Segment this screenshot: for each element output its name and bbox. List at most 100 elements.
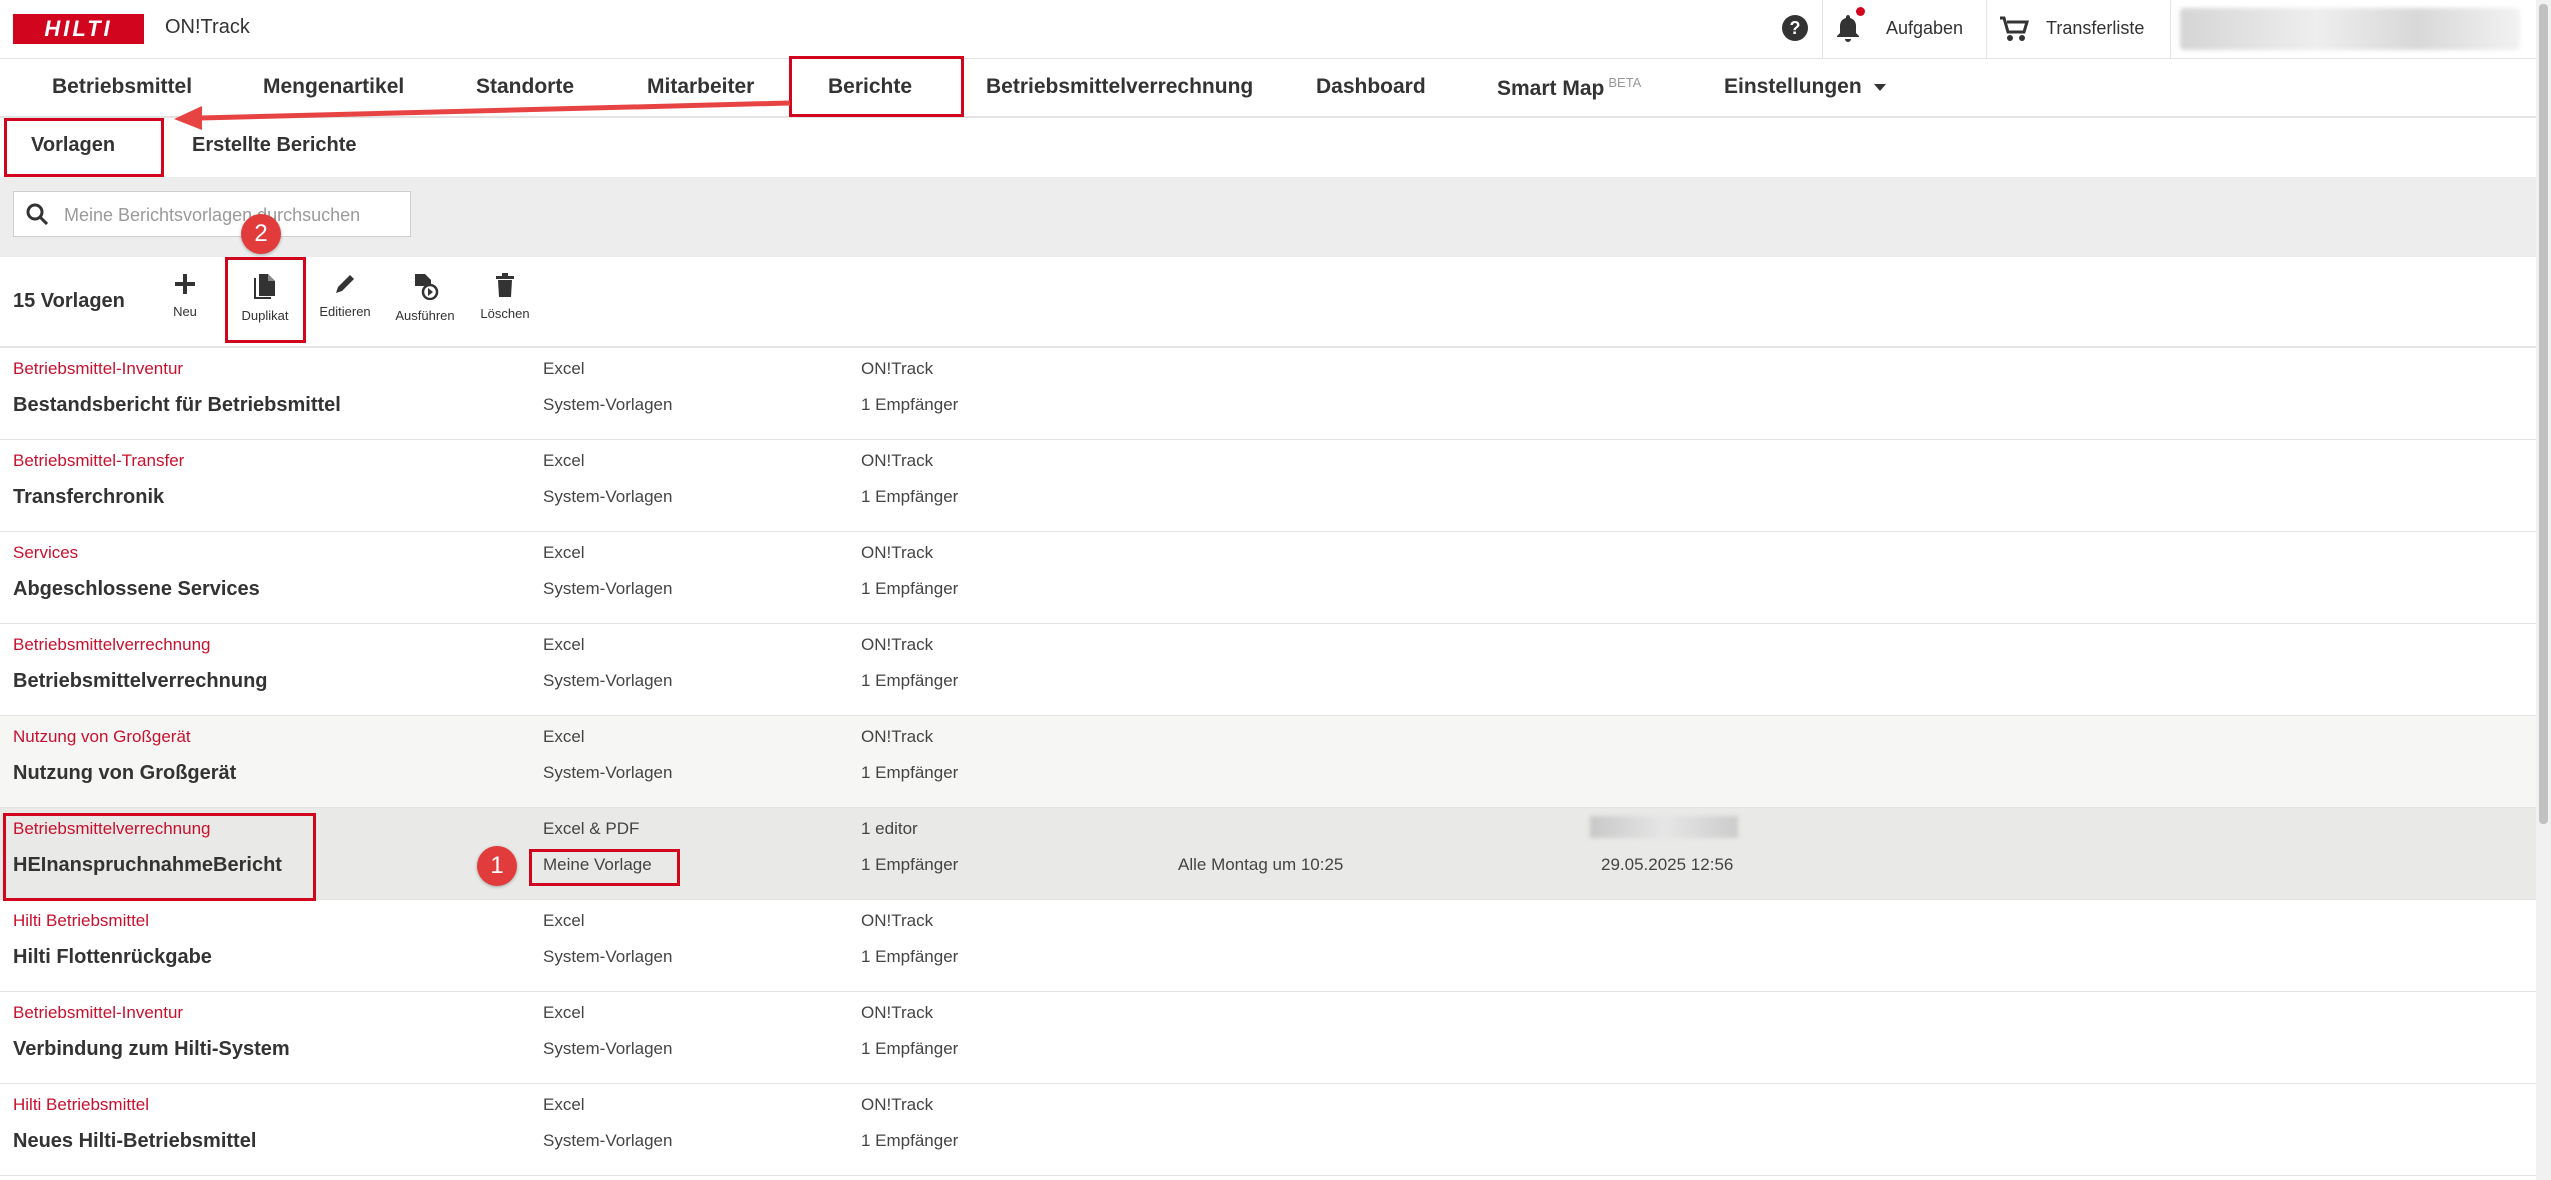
highlight-box-berichte (789, 56, 964, 117)
row-category: Betriebsmittel-Transfer (13, 451, 185, 470)
row-recipients: 1 Empfänger (861, 487, 959, 506)
row-title[interactable]: Bestandsbericht für Betriebsmittel (13, 394, 341, 417)
nav-dashboard[interactable]: Dashboard (1316, 75, 1426, 99)
row-title[interactable]: Verbindung zum Hilti-System (13, 1038, 290, 1061)
transfer-list-link[interactable]: Transferliste (2046, 18, 2144, 39)
table-row[interactable]: Hilti Betriebsmittel Neues Hilti-Betrieb… (0, 1084, 2536, 1176)
app-name: ON!Track (165, 16, 250, 38)
table-row[interactable]: Betriebsmittel-Inventur Bestandsbericht … (0, 348, 2536, 440)
row-title[interactable]: Betriebsmittelverrechnung (13, 670, 268, 693)
search-icon (26, 203, 48, 225)
row-format: Excel & PDF (543, 819, 640, 838)
table-row[interactable]: Betriebsmittelverrechnung Betriebsmittel… (0, 624, 2536, 716)
nav-betriebsmittelverrechnung[interactable]: Betriebsmittelverrechnung (986, 75, 1253, 99)
row-format: Excel (543, 1003, 585, 1022)
highlight-box-duplicate (225, 257, 306, 343)
row-owner: ON!Track (861, 911, 934, 930)
table-row[interactable]: Betriebsmittel-Inventur Verbindung zum H… (0, 992, 2536, 1084)
notification-bell-icon[interactable] (1835, 7, 1865, 43)
row-template-type: System-Vorlagen (543, 579, 673, 598)
help-icon[interactable]: ? (1782, 15, 1808, 41)
row-template-type: System-Vorlagen (543, 487, 673, 506)
redacted-owner-name (1590, 816, 1738, 838)
row-format: Excel (543, 635, 585, 654)
table-row[interactable]: Betriebsmittel-Transfer Transferchronik … (0, 440, 2536, 532)
divider (1822, 0, 1823, 58)
template-count: 15 Vorlagen (13, 290, 125, 312)
plus-icon (175, 274, 195, 294)
row-recipients: 1 Empfänger (861, 1039, 959, 1058)
row-category: Betriebsmittelverrechnung (13, 635, 211, 654)
table-row[interactable]: Services Abgeschlossene Services Excel S… (0, 532, 2536, 624)
row-owner: ON!Track (861, 543, 934, 562)
row-owner: 1 editor (861, 819, 918, 838)
row-category: Hilti Betriebsmittel (13, 1095, 150, 1114)
row-template-type: System-Vorlagen (543, 1131, 673, 1150)
row-template-type: System-Vorlagen (543, 395, 673, 414)
delete-button[interactable]: Löschen (465, 272, 545, 321)
row-template-type: System-Vorlagen (543, 671, 673, 690)
run-button[interactable]: Ausführen (385, 272, 465, 323)
row-owner: ON!Track (861, 727, 934, 746)
row-category: Hilti Betriebsmittel (13, 911, 150, 930)
pencil-icon (336, 275, 354, 293)
row-template-type: System-Vorlagen (543, 763, 673, 782)
row-title[interactable]: Nutzung von Großgerät (13, 762, 236, 785)
row-owner: ON!Track (861, 451, 934, 470)
row-format: Excel (543, 451, 585, 470)
row-format: Excel (543, 1095, 585, 1114)
table-row[interactable]: Nutzung von Großgerät Nutzung von Großge… (0, 716, 2536, 808)
user-profile-area[interactable] (2180, 8, 2520, 50)
row-template-type: System-Vorlagen (543, 1039, 673, 1058)
row-format: Excel (543, 543, 585, 562)
nav-einstellungen[interactable]: Einstellungen (1724, 75, 1886, 99)
hilti-logo[interactable]: HILTI (13, 14, 144, 44)
notification-dot (1856, 7, 1865, 16)
table-row-selected[interactable]: Betriebsmittelverrechnung HEInanspruchna… (0, 808, 2536, 900)
row-owner: ON!Track (861, 635, 934, 654)
row-title[interactable]: Transferchronik (13, 486, 164, 509)
table-row[interactable]: Hilti Betriebsmittel Hilti Flottenrückga… (0, 900, 2536, 992)
row-recipients: 1 Empfänger (861, 671, 959, 690)
scrollbar-thumb[interactable] (2539, 4, 2548, 824)
divider (1986, 0, 1987, 58)
search-band (0, 177, 2536, 257)
row-date: 29.05.2025 12:56 (1601, 855, 1734, 874)
row-format: Excel (543, 727, 585, 746)
highlight-box-meine-vorlage (529, 849, 680, 886)
trash-icon (496, 273, 514, 297)
search-input[interactable] (62, 192, 406, 238)
nav-smart-map[interactable]: Smart Map BETA (1497, 75, 1641, 101)
row-recipients: 1 Empfänger (861, 1131, 959, 1150)
row-category: Services (13, 543, 79, 562)
row-title[interactable]: Hilti Flottenrückgabe (13, 946, 212, 969)
search-box (13, 191, 411, 238)
row-recipients: 1 Empfänger (861, 947, 959, 966)
row-recipients: 1 Empfänger (861, 763, 959, 782)
chevron-down-icon (1873, 83, 1886, 91)
row-owner: ON!Track (861, 1095, 934, 1114)
tab-erstellte-berichte[interactable]: Erstellte Berichte (192, 134, 357, 157)
row-owner: ON!Track (861, 359, 934, 378)
action-toolbar: 15 Vorlagen Neu Duplikat Editieren Ausfü… (0, 258, 2536, 348)
row-recipients: 1 Empfänger (861, 855, 959, 874)
row-owner: ON!Track (861, 1003, 934, 1022)
row-recipients: 1 Empfänger (861, 579, 959, 598)
edit-button[interactable]: Editieren (305, 272, 385, 319)
transfer-cart-icon[interactable] (1998, 14, 2030, 44)
tasks-link[interactable]: Aufgaben (1886, 18, 1963, 39)
row-template-type: System-Vorlagen (543, 947, 673, 966)
row-category: Nutzung von Großgerät (13, 727, 191, 746)
new-button[interactable]: Neu (145, 272, 225, 319)
row-format: Excel (543, 911, 585, 930)
beta-badge: BETA (1608, 75, 1642, 90)
scrollbar[interactable] (2536, 0, 2551, 1180)
row-title[interactable]: Abgeschlossene Services (13, 578, 260, 601)
annotation-arrow (174, 100, 791, 130)
top-bar: HILTI ON!Track ? Aufgaben Transferliste (0, 0, 2536, 59)
row-title[interactable]: Neues Hilti-Betriebsmittel (13, 1130, 256, 1153)
row-category: Betriebsmittel-Inventur (13, 1003, 184, 1022)
row-recipients: 1 Empfänger (861, 395, 959, 414)
divider (2170, 0, 2171, 58)
step-badge-1: 1 (477, 846, 517, 886)
